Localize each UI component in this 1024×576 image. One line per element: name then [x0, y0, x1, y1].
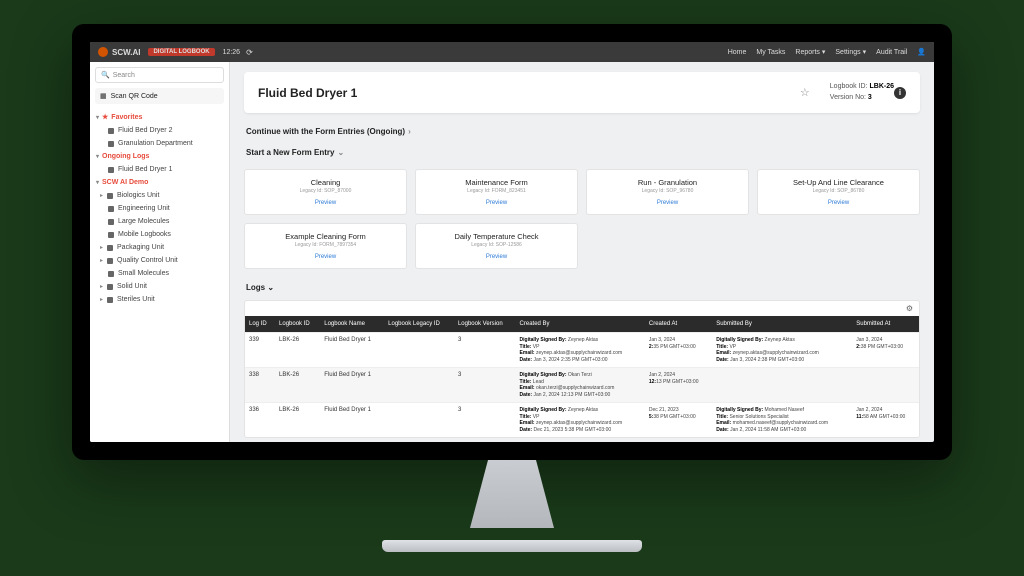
- logs-table: ⚙ Log IDLogbook IDLogbook NameLogbook Le…: [244, 300, 920, 438]
- preview-link[interactable]: Preview: [422, 254, 571, 260]
- start-form-toggle[interactable]: Start a New Form Entry⌄: [244, 142, 920, 163]
- table-header: Log IDLogbook IDLogbook NameLogbook Lega…: [245, 316, 919, 333]
- qr-icon: ▦: [100, 92, 107, 100]
- form-card[interactable]: Daily Temperature CheckLegacy Id: SOP-12…: [415, 223, 578, 269]
- unit-item[interactable]: Mobile Logbooks: [90, 228, 229, 241]
- nav-mytasks[interactable]: My Tasks: [756, 49, 785, 56]
- sidebar-item[interactable]: Fluid Bed Dryer 1: [90, 163, 229, 176]
- unit-item[interactable]: ▸Quality Control Unit: [90, 254, 229, 267]
- continue-forms-toggle[interactable]: Continue with the Form Entries (Ongoing)…: [244, 121, 920, 142]
- unit-item[interactable]: Large Molecules: [90, 215, 229, 228]
- brand: SCW.AI DIGITAL LOGBOOK: [98, 47, 215, 57]
- topbar: SCW.AI DIGITAL LOGBOOK 12:26 ⟳ Home My T…: [90, 42, 934, 62]
- form-card[interactable]: Example Cleaning FormLegacy Id: FORM_789…: [244, 223, 407, 269]
- preview-link[interactable]: Preview: [251, 254, 400, 260]
- unit-item[interactable]: ▸Packaging Unit: [90, 241, 229, 254]
- unit-item[interactable]: Small Molecules: [90, 267, 229, 280]
- preview-link[interactable]: Preview: [251, 200, 400, 206]
- favorite-icon[interactable]: ☆: [800, 86, 810, 99]
- logs-toggle[interactable]: Logs ⌄: [244, 279, 920, 296]
- unit-item[interactable]: Engineering Unit: [90, 202, 229, 215]
- clock: 12:26: [223, 49, 241, 56]
- section-favorites[interactable]: ▾ ★ Favorites: [90, 110, 229, 124]
- table-row[interactable]: 339LBK-26Fluid Bed Dryer 13Digitally Sig…: [245, 333, 919, 368]
- table-row[interactable]: 336LBK-26Fluid Bed Dryer 13Digitally Sig…: [245, 403, 919, 438]
- unit-item[interactable]: ▸Biologics Unit: [90, 189, 229, 202]
- filter-icon[interactable]: ⚙: [245, 301, 919, 316]
- scan-qr-button[interactable]: ▦ Scan QR Code: [95, 88, 224, 104]
- form-card[interactable]: CleaningLegacy Id: SOP_87000Preview: [244, 169, 407, 215]
- unit-item[interactable]: ▸Solid Unit: [90, 280, 229, 293]
- nav-settings[interactable]: Settings ▾: [835, 48, 866, 56]
- content: Fluid Bed Dryer 1 ☆ Logbook ID: LBK-26 V…: [230, 62, 934, 442]
- form-card[interactable]: Set-Up And Line ClearanceLegacy Id: SOP_…: [757, 169, 920, 215]
- sidebar-item[interactable]: Granulation Department: [90, 137, 229, 150]
- nav-home[interactable]: Home: [728, 49, 747, 56]
- preview-link[interactable]: Preview: [764, 200, 913, 206]
- page-header: Fluid Bed Dryer 1 ☆ Logbook ID: LBK-26 V…: [244, 72, 920, 113]
- brand-icon: [98, 47, 108, 57]
- preview-link[interactable]: Preview: [593, 200, 742, 206]
- table-row[interactable]: 338LBK-26Fluid Bed Dryer 13Digitally Sig…: [245, 368, 919, 403]
- sidebar: 🔍 Search ▦ Scan QR Code ▾ ★ Favorites Fl…: [90, 62, 230, 442]
- search-icon: 🔍: [101, 71, 110, 79]
- header-meta: Logbook ID: LBK-26 Version No: 3: [830, 82, 894, 103]
- product-badge: DIGITAL LOGBOOK: [148, 48, 214, 56]
- nav-reports[interactable]: Reports ▾: [795, 48, 825, 56]
- form-cards: CleaningLegacy Id: SOP_87000Preview Main…: [244, 169, 920, 269]
- unit-item[interactable]: ▸Steriles Unit: [90, 293, 229, 306]
- form-card[interactable]: Run - GranulationLegacy Id: SOP_96780Pre…: [586, 169, 749, 215]
- search-input[interactable]: 🔍 Search: [95, 67, 224, 83]
- section-demo[interactable]: ▾SCW AI Demo: [90, 176, 229, 189]
- page-title: Fluid Bed Dryer 1: [258, 86, 800, 100]
- form-card[interactable]: Maintenance FormLegacy Id: FORM_823451Pr…: [415, 169, 578, 215]
- nav-audit[interactable]: Audit Trail: [876, 49, 907, 56]
- preview-link[interactable]: Preview: [422, 200, 571, 206]
- refresh-icon[interactable]: ⟳: [246, 48, 253, 57]
- brand-text: SCW.AI: [112, 48, 140, 57]
- sidebar-item[interactable]: Fluid Bed Dryer 2: [90, 124, 229, 137]
- user-icon[interactable]: 👤: [917, 48, 926, 56]
- section-ongoing[interactable]: ▾Ongoing Logs: [90, 150, 229, 163]
- info-icon[interactable]: i: [894, 87, 906, 99]
